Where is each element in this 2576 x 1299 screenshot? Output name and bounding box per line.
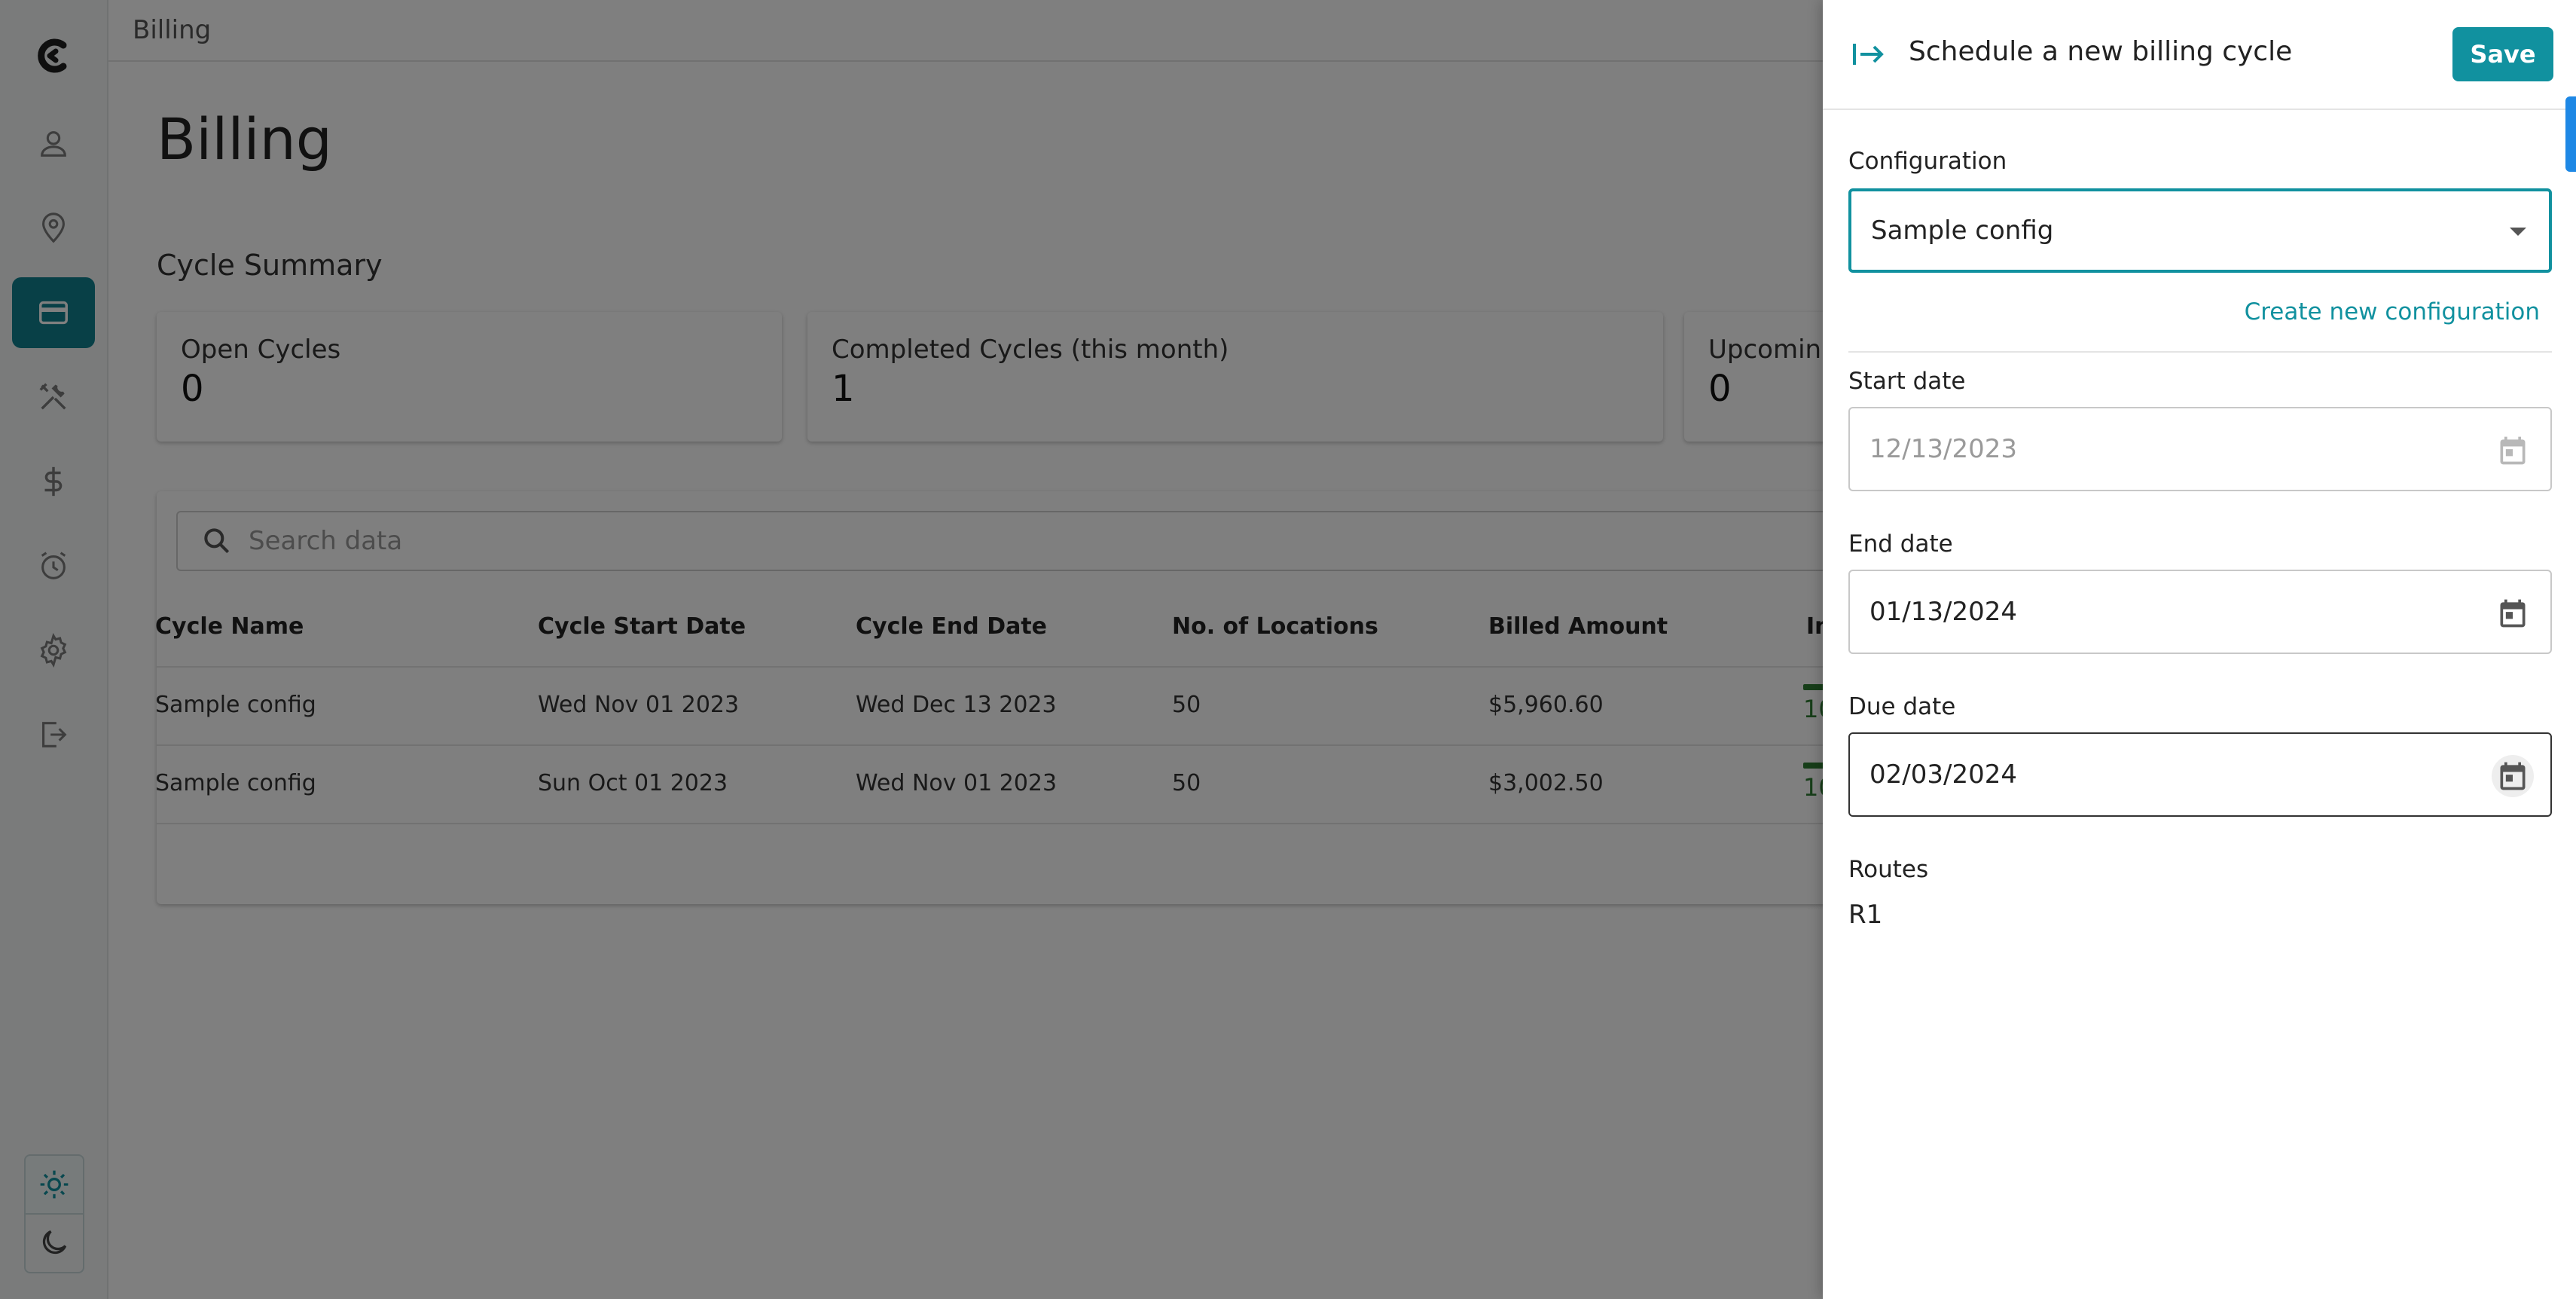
due-date-label: Due date <box>1848 693 1956 720</box>
start-date-value: 12/13/2023 <box>1869 434 2017 464</box>
schedule-billing-drawer: Schedule a new billing cycle Save Config… <box>1823 0 2576 1299</box>
calendar-icon[interactable] <box>2492 755 2534 797</box>
calendar-icon <box>2492 429 2534 472</box>
configuration-value: Sample config <box>1871 215 2054 246</box>
chevron-down-icon <box>2510 228 2526 236</box>
collapse-drawer-icon[interactable] <box>1850 36 1886 72</box>
start-date-label: Start date <box>1848 368 1966 395</box>
routes-label: Routes <box>1848 856 1929 883</box>
calendar-icon[interactable] <box>2492 592 2534 634</box>
end-date-value: 01/13/2024 <box>1869 597 2017 627</box>
configuration-label: Configuration <box>1848 148 2007 175</box>
start-date-field: 12/13/2023 <box>1848 407 2552 491</box>
save-button[interactable]: Save <box>2452 27 2553 81</box>
drawer-header: Schedule a new billing cycle Save <box>1823 0 2576 110</box>
section-divider <box>1848 351 2552 353</box>
due-date-field[interactable]: 02/03/2024 <box>1848 732 2552 817</box>
drawer-title: Schedule a new billing cycle <box>1909 36 2293 67</box>
end-date-field[interactable]: 01/13/2024 <box>1848 570 2552 654</box>
scroll-indicator[interactable] <box>2565 96 2576 172</box>
routes-value: R1 <box>1848 900 1883 930</box>
end-date-label: End date <box>1848 530 1953 558</box>
create-configuration-link[interactable]: Create new configuration <box>2245 298 2540 326</box>
due-date-value: 02/03/2024 <box>1869 760 2017 790</box>
configuration-select[interactable]: Sample config <box>1848 188 2552 273</box>
